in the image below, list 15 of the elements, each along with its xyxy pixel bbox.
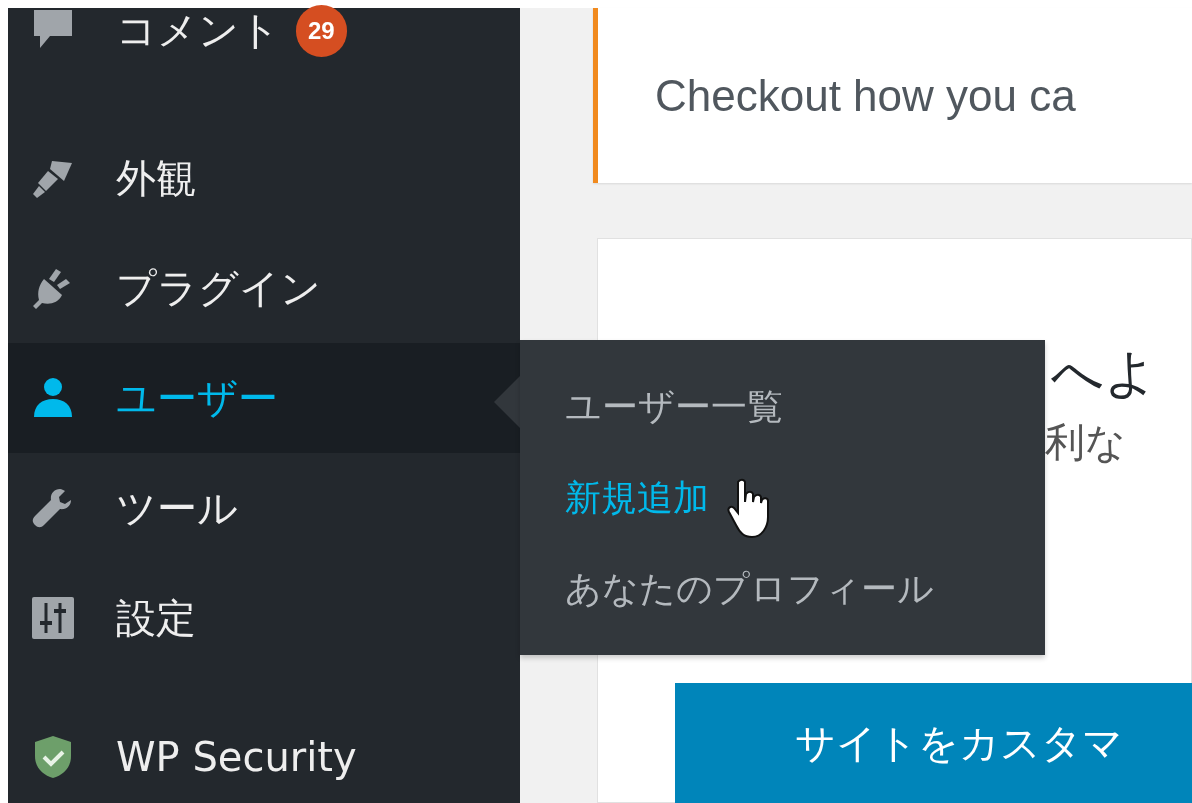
customize-button[interactable]: サイトをカスタマ	[675, 683, 1192, 803]
sidebar-item[interactable]: ツール	[8, 453, 520, 563]
sidebar-item[interactable]: WP Security	[8, 713, 520, 801]
sidebar-item[interactable]: プラグイン	[8, 233, 520, 343]
welcome-heading: へよ	[1051, 342, 1158, 405]
count-badge: 29	[296, 4, 347, 57]
submenu-item[interactable]: あなたのプロフィール	[520, 564, 944, 655]
notice-text: Checkout how you ca	[655, 70, 1076, 121]
sidebar-item[interactable]: ユーザー	[8, 343, 520, 453]
sidebar-item[interactable]: 設定	[8, 563, 520, 673]
submenu-item[interactable]: ユーザー一覧	[520, 382, 793, 473]
sliders-icon	[30, 595, 76, 641]
submenu-item[interactable]: 新規追加	[520, 473, 719, 564]
sidebar-item[interactable]: 外観	[8, 123, 520, 233]
welcome-subtext: 利な	[1045, 418, 1127, 467]
